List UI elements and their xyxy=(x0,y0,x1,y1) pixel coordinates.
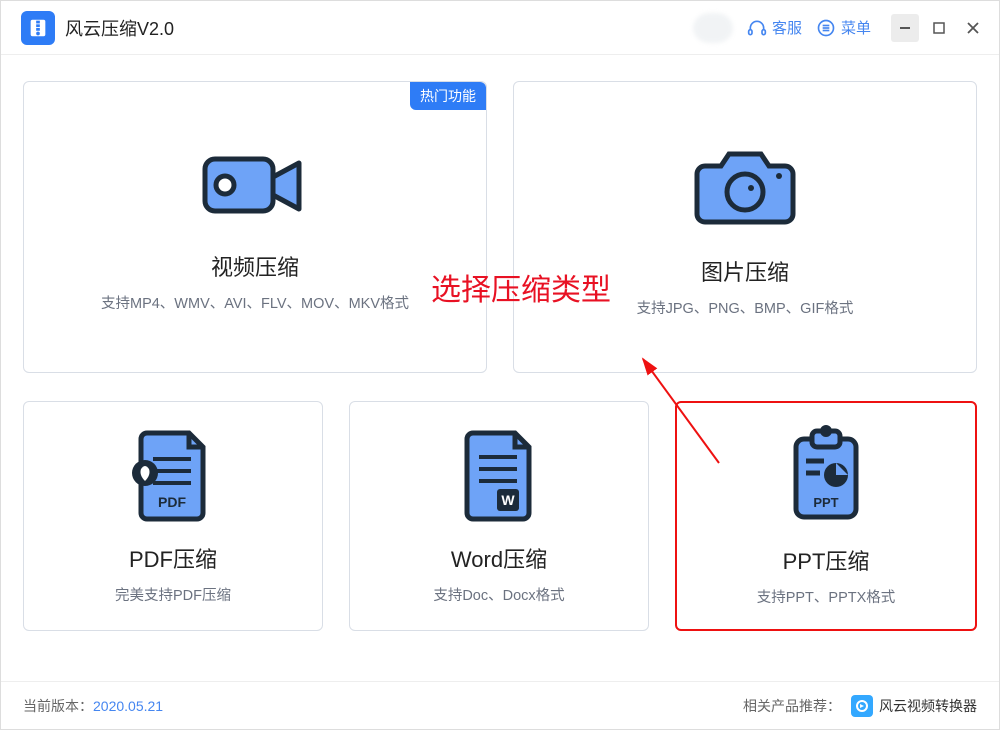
pdf-file-icon: PDF xyxy=(129,427,217,528)
ppt-clipboard-icon: PPT xyxy=(782,425,870,530)
support-link[interactable]: 客服 xyxy=(747,17,802,38)
svg-text:PDF: PDF xyxy=(158,494,186,510)
menu-icon xyxy=(816,18,836,38)
card-pdf-compress[interactable]: PDF PDF压缩 完美支持PDF压缩 xyxy=(23,401,323,631)
footer: 当前版本： 2020.05.21 相关产品推荐： 风云视频转换器 xyxy=(1,681,999,729)
card-title: 图片压缩 xyxy=(701,255,789,287)
app-window: 风云压缩V2.0 客服 菜单 xyxy=(0,0,1000,730)
minimize-button[interactable] xyxy=(891,14,919,42)
converter-app-icon xyxy=(851,695,873,717)
card-title: Word压缩 xyxy=(451,542,547,574)
card-desc: 支持JPG、PNG、BMP、GIF格式 xyxy=(637,297,854,318)
version-value: 2020.05.21 xyxy=(93,698,163,714)
close-button[interactable] xyxy=(959,14,987,42)
related-app-name: 风云视频转换器 xyxy=(879,696,977,716)
card-desc: 支持Doc、Docx格式 xyxy=(433,584,564,605)
related-label: 相关产品推荐： xyxy=(743,696,841,716)
card-ppt-compress[interactable]: PPT PPT压缩 支持PPT、PPTX格式 xyxy=(675,401,977,631)
svg-text:PPT: PPT xyxy=(813,495,838,510)
hot-badge: 热门功能 xyxy=(410,82,486,110)
card-title: 视频压缩 xyxy=(211,250,299,282)
menu-label: 菜单 xyxy=(841,17,871,38)
related-app-link[interactable]: 风云视频转换器 xyxy=(851,695,977,717)
titlebar: 风云压缩V2.0 客服 菜单 xyxy=(1,1,999,55)
app-logo-icon xyxy=(21,11,55,45)
card-desc: 支持PPT、PPTX格式 xyxy=(757,586,896,607)
camera-icon xyxy=(685,136,805,241)
content-area: 选择压缩类型 热门功能 视频压缩 支持MP4、WMV、AVI、FLV、MOV、M… xyxy=(1,55,999,681)
card-title: PDF压缩 xyxy=(129,542,217,574)
card-desc: 完美支持PDF压缩 xyxy=(115,584,231,605)
avatar[interactable] xyxy=(693,13,733,43)
video-camera-icon xyxy=(195,141,315,236)
card-video-compress[interactable]: 热门功能 视频压缩 支持MP4、WMV、AVI、FLV、MOV、MKV格式 xyxy=(23,81,487,373)
menu-link[interactable]: 菜单 xyxy=(816,17,871,38)
version-label: 当前版本： xyxy=(23,696,93,716)
headset-icon xyxy=(747,18,767,38)
card-word-compress[interactable]: W Word压缩 支持Doc、Docx格式 xyxy=(349,401,649,631)
app-title: 风云压缩V2.0 xyxy=(65,15,174,41)
support-label: 客服 xyxy=(772,17,802,38)
word-file-icon: W xyxy=(455,427,543,528)
svg-text:W: W xyxy=(501,492,515,508)
card-desc: 支持MP4、WMV、AVI、FLV、MOV、MKV格式 xyxy=(101,292,409,313)
card-title: PPT压缩 xyxy=(783,544,870,576)
maximize-button[interactable] xyxy=(925,14,953,42)
card-image-compress[interactable]: 图片压缩 支持JPG、PNG、BMP、GIF格式 xyxy=(513,81,977,373)
